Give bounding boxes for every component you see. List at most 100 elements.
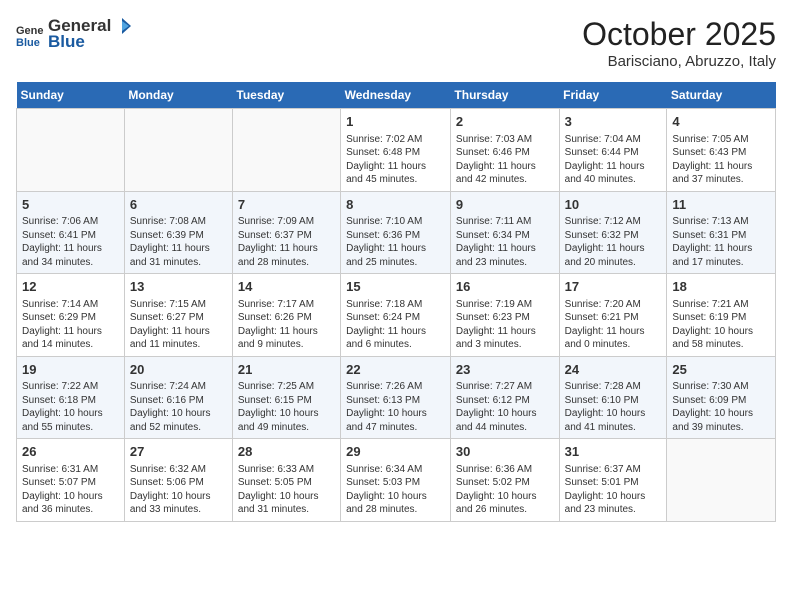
day-number: 17: [565, 278, 662, 296]
day-number: 12: [22, 278, 119, 296]
day-number: 15: [346, 278, 445, 296]
day-number: 16: [456, 278, 554, 296]
day-number: 5: [22, 196, 119, 214]
day-number: 18: [672, 278, 770, 296]
calendar-body: 1Sunrise: 7:02 AM Sunset: 6:48 PM Daylig…: [17, 109, 776, 522]
column-header-thursday: Thursday: [450, 82, 559, 109]
day-number: 28: [238, 443, 335, 461]
calendar-cell: 5Sunrise: 7:06 AM Sunset: 6:41 PM Daylig…: [17, 191, 125, 274]
day-number: 13: [130, 278, 227, 296]
day-number: 1: [346, 113, 445, 131]
logo-icon: General Blue: [16, 20, 44, 48]
day-number: 20: [130, 361, 227, 379]
day-info: Sunrise: 7:11 AM Sunset: 6:34 PM Dayligh…: [456, 215, 554, 269]
day-number: 10: [565, 196, 662, 214]
day-info: Sunrise: 6:33 AM Sunset: 5:05 PM Dayligh…: [238, 463, 335, 517]
day-info: Sunrise: 6:36 AM Sunset: 5:02 PM Dayligh…: [456, 463, 554, 517]
day-info: Sunrise: 7:12 AM Sunset: 6:32 PM Dayligh…: [565, 215, 662, 269]
day-info: Sunrise: 7:26 AM Sunset: 6:13 PM Dayligh…: [346, 380, 445, 434]
calendar-cell: 20Sunrise: 7:24 AM Sunset: 6:16 PM Dayli…: [124, 356, 232, 439]
location-title: Barisciano, Abruzzo, Italy: [582, 53, 776, 70]
week-row-4: 19Sunrise: 7:22 AM Sunset: 6:18 PM Dayli…: [17, 356, 776, 439]
calendar-cell: 31 Sunrise: 6:37 AM Sunset: 5:01 PM Dayli…: [559, 439, 667, 522]
day-info: Sunrise: 7:18 AM Sunset: 6:24 PM Dayligh…: [346, 298, 445, 352]
day-info: Sunrise: 7:04 AM Sunset: 6:44 PM Dayligh…: [565, 133, 662, 187]
day-info: Sunrise: 7:22 AM Sunset: 6:18 PM Dayligh…: [22, 380, 119, 434]
day-number: 9: [456, 196, 554, 214]
day-number: 8: [346, 196, 445, 214]
day-info: Sunrise: 7:15 AM Sunset: 6:27 PM Dayligh…: [130, 298, 227, 352]
day-info: Sunrise: 7:19 AM Sunset: 6:23 PM Dayligh…: [456, 298, 554, 352]
calendar-cell: 7Sunrise: 7:09 AM Sunset: 6:37 PM Daylig…: [232, 191, 340, 274]
calendar-cell: 30 Sunrise: 6:36 AM Sunset: 5:02 PM Dayli…: [450, 439, 559, 522]
column-header-tuesday: Tuesday: [232, 82, 340, 109]
calendar-cell: 24Sunrise: 7:28 AM Sunset: 6:10 PM Dayli…: [559, 356, 667, 439]
calendar-cell: 12Sunrise: 7:14 AM Sunset: 6:29 PM Dayli…: [17, 274, 125, 357]
calendar-cell: [17, 109, 125, 192]
day-number: 4: [672, 113, 770, 131]
day-number: 23: [456, 361, 554, 379]
day-info: Sunrise: 6:34 AM Sunset: 5:03 PM Dayligh…: [346, 463, 445, 517]
column-header-sunday: Sunday: [17, 82, 125, 109]
day-number: 14: [238, 278, 335, 296]
logo: General Blue General Blue: [16, 16, 131, 52]
day-info: Sunrise: 7:03 AM Sunset: 6:46 PM Dayligh…: [456, 133, 554, 187]
week-row-5: 26Sunrise: 6:31 AM Sunset: 5:07 PM Dayli…: [17, 439, 776, 522]
day-number: 25: [672, 361, 770, 379]
week-row-1: 1Sunrise: 7:02 AM Sunset: 6:48 PM Daylig…: [17, 109, 776, 192]
day-number: 11: [672, 196, 770, 214]
page-header: General Blue General Blue October 2025 B…: [16, 16, 776, 70]
day-info: Sunrise: 7:28 AM Sunset: 6:10 PM Dayligh…: [565, 380, 662, 434]
calendar-cell: 17 Sunrise: 7:20 AM Sunset: 6:21 PM Dayli…: [559, 274, 667, 357]
day-number: 3: [565, 113, 662, 131]
column-header-saturday: Saturday: [667, 82, 776, 109]
day-info: Sunrise: 6:32 AM Sunset: 5:06 PM Dayligh…: [130, 463, 227, 517]
day-info: Sunrise: 7:30 AM Sunset: 6:09 PM Dayligh…: [672, 380, 770, 434]
month-title: October 2025: [582, 16, 776, 53]
header-row: SundayMondayTuesdayWednesdayThursdayFrid…: [17, 82, 776, 109]
day-number: 19: [22, 361, 119, 379]
svg-text:Blue: Blue: [16, 37, 40, 48]
day-info: Sunrise: 7:06 AM Sunset: 6:41 PM Dayligh…: [22, 215, 119, 269]
calendar-table: SundayMondayTuesdayWednesdayThursdayFrid…: [16, 82, 776, 522]
column-header-wednesday: Wednesday: [341, 82, 451, 109]
calendar-cell: 28 Sunrise: 6:33 AM Sunset: 5:05 PM Dayli…: [232, 439, 340, 522]
calendar-cell: 10Sunrise: 7:12 AM Sunset: 6:32 PM Dayli…: [559, 191, 667, 274]
day-info: Sunrise: 7:25 AM Sunset: 6:15 PM Dayligh…: [238, 380, 335, 434]
day-info: Sunrise: 7:05 AM Sunset: 6:43 PM Dayligh…: [672, 133, 770, 187]
week-row-2: 5Sunrise: 7:06 AM Sunset: 6:41 PM Daylig…: [17, 191, 776, 274]
day-info: Sunrise: 7:09 AM Sunset: 6:37 PM Dayligh…: [238, 215, 335, 269]
calendar-cell: 11Sunrise: 7:13 AM Sunset: 6:31 PM Dayli…: [667, 191, 776, 274]
calendar-header: SundayMondayTuesdayWednesdayThursdayFrid…: [17, 82, 776, 109]
calendar-cell: 27Sunrise: 6:32 AM Sunset: 5:06 PM Dayli…: [124, 439, 232, 522]
calendar-cell: [232, 109, 340, 192]
svg-text:General: General: [16, 25, 44, 37]
day-info: Sunrise: 7:20 AM Sunset: 6:21 PM Dayligh…: [565, 298, 662, 352]
calendar-cell: 21Sunrise: 7:25 AM Sunset: 6:15 PM Dayli…: [232, 356, 340, 439]
day-info: Sunrise: 6:37 AM Sunset: 5:01 PM Dayligh…: [565, 463, 662, 517]
day-info: Sunrise: 6:31 AM Sunset: 5:07 PM Dayligh…: [22, 463, 119, 517]
column-header-monday: Monday: [124, 82, 232, 109]
day-info: Sunrise: 7:21 AM Sunset: 6:19 PM Dayligh…: [672, 298, 770, 352]
day-number: 2: [456, 113, 554, 131]
week-row-3: 12Sunrise: 7:14 AM Sunset: 6:29 PM Dayli…: [17, 274, 776, 357]
calendar-cell: 4 Sunrise: 7:05 AM Sunset: 6:43 PM Daylig…: [667, 109, 776, 192]
day-info: Sunrise: 7:27 AM Sunset: 6:12 PM Dayligh…: [456, 380, 554, 434]
day-info: Sunrise: 7:08 AM Sunset: 6:39 PM Dayligh…: [130, 215, 227, 269]
day-number: 31: [565, 443, 662, 461]
calendar-cell: 6Sunrise: 7:08 AM Sunset: 6:39 PM Daylig…: [124, 191, 232, 274]
day-number: 22: [346, 361, 445, 379]
day-number: 6: [130, 196, 227, 214]
calendar-cell: [667, 439, 776, 522]
calendar-cell: 1Sunrise: 7:02 AM Sunset: 6:48 PM Daylig…: [341, 109, 451, 192]
day-number: 29: [346, 443, 445, 461]
day-number: 7: [238, 196, 335, 214]
day-number: 30: [456, 443, 554, 461]
calendar-cell: 15 Sunrise: 7:18 AM Sunset: 6:24 PM Dayli…: [341, 274, 451, 357]
day-info: Sunrise: 7:24 AM Sunset: 6:16 PM Dayligh…: [130, 380, 227, 434]
calendar-cell: [124, 109, 232, 192]
title-block: October 2025 Barisciano, Abruzzo, Italy: [582, 16, 776, 70]
calendar-cell: 23Sunrise: 7:27 AM Sunset: 6:12 PM Dayli…: [450, 356, 559, 439]
calendar-cell: 18 Sunrise: 7:21 AM Sunset: 6:19 PM Dayli…: [667, 274, 776, 357]
day-info: Sunrise: 7:17 AM Sunset: 6:26 PM Dayligh…: [238, 298, 335, 352]
